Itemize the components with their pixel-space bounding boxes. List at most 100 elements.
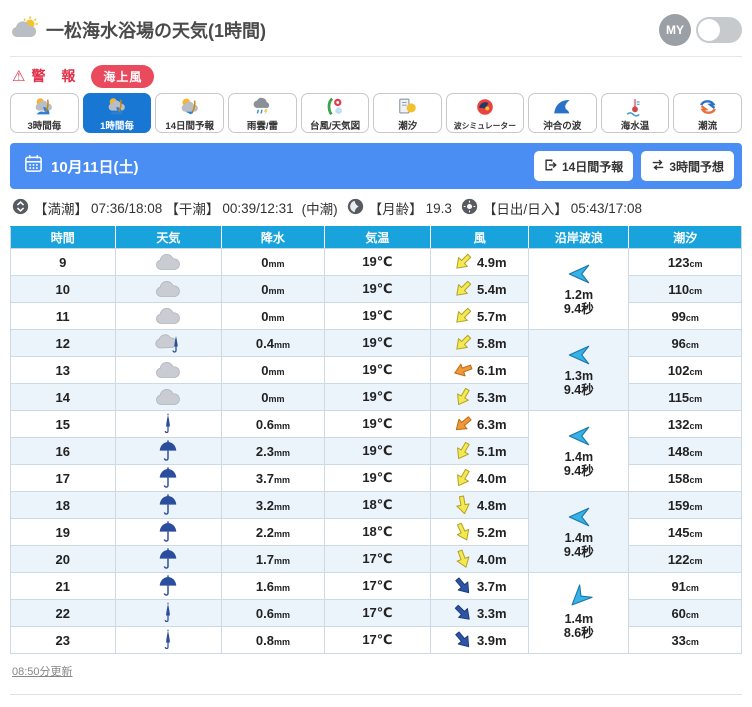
wind-direction-arrow-icon [456, 253, 472, 269]
button-14day-forecast[interactable]: 14日間予報 [533, 151, 634, 181]
tab-wave-simulator-6[interactable]: 波シミュレーター [446, 93, 524, 133]
tab-sun-cloud-wave-1[interactable]: 1時間毎 [82, 93, 152, 133]
hour-cell: 20 [10, 545, 116, 573]
wind-cell: 3.3m [430, 599, 530, 627]
sea-current-icon [699, 100, 716, 114]
hour-cell: 10 [10, 275, 116, 303]
tab-rain-cloud-3[interactable]: 雨雲/雷 [228, 93, 297, 133]
coastal-wave-cell: 1.3m 9.4秒 [528, 329, 630, 411]
column-header: 気温 [323, 226, 432, 249]
tide-calendar-icon [398, 98, 416, 114]
tide-level-cell: 33cm [628, 626, 742, 654]
title-weather-icon [10, 16, 40, 45]
tab-label: 14日間予報 [165, 121, 214, 132]
wave-direction-arrow-icon [568, 264, 590, 283]
wind-cell: 5.2m [430, 518, 530, 546]
updated-time-link[interactable]: 08:50分更新 [12, 663, 73, 679]
bottom-divider [10, 694, 742, 695]
my-toggle-switch[interactable] [696, 17, 742, 43]
temp-cell: 19℃ [323, 464, 432, 492]
tide-level-cell: 115cm [628, 383, 742, 411]
warning-icon: ⚠ [12, 68, 26, 85]
weather-cell [114, 464, 223, 492]
tab-offshore-wave-7[interactable]: 沖合の波 [527, 93, 597, 133]
current-date: 10月11日(土) [51, 158, 139, 176]
sea-wind-badge[interactable]: 海上風 [91, 64, 155, 88]
coastal-wave-cell: 1.4m 9.4秒 [528, 491, 630, 573]
wave-direction-arrow-icon [568, 426, 590, 445]
temp-cell: 17℃ [323, 599, 432, 627]
tide-level-cell: 132cm [628, 410, 742, 438]
cloud-icon [156, 361, 181, 378]
table-body: 9 0mm 19℃ 4.9m 1.2m 9.4秒 123cm 10 0mm 19℃ 5.4m 110c… [10, 248, 742, 654]
button-3hour-forecast[interactable]: 3時間予想 [641, 151, 734, 181]
forecast-row-14: 14 0mm 19℃ 5.3m 115cm [10, 383, 742, 411]
high-tide-times: 07:36/18:08 [91, 200, 163, 216]
tab-sun-cloud-2[interactable]: 14日間予報 [155, 93, 225, 133]
forecast-row-20: 20 1.7mm 17℃ 4.0m 122cm [10, 545, 742, 573]
header-divider [10, 56, 742, 57]
wind-direction-arrow-icon [457, 387, 470, 406]
cloud-icon [156, 253, 181, 270]
forecast-row-15: 15 0.6mm 19℃ 6.3m 1.4m 9.4秒 132cm [10, 410, 742, 492]
tab-typhoon-map-4[interactable]: 台風/天気図 [300, 93, 370, 133]
tide-level-cell: 123cm [628, 248, 742, 276]
hour-cell: 18 [10, 491, 116, 519]
export-icon [544, 158, 558, 175]
temp-cell: 18℃ [323, 491, 432, 519]
tide-level-cell: 145cm [628, 518, 742, 546]
precip-cell: 2.3mm [221, 437, 325, 465]
moon-age-label: 【月齢】 [368, 202, 423, 217]
tide-level-cell: 60cm [628, 599, 742, 627]
tab-sea-thermometer-8[interactable]: 海水温 [600, 93, 670, 133]
temp-cell: 19℃ [323, 410, 432, 438]
wind-cell: 3.9m [430, 626, 530, 654]
weather-cell [114, 599, 223, 627]
temp-cell: 19℃ [323, 329, 432, 357]
column-header: 風 [430, 226, 530, 249]
wave-period: 8.6秒 [563, 626, 594, 640]
tide-level-cell: 110cm [628, 275, 742, 303]
wave-period: 9.4秒 [563, 302, 594, 316]
tab-label: 海水温 [620, 121, 650, 132]
wind-direction-arrow-icon [455, 416, 472, 431]
column-header: 降水 [221, 226, 325, 249]
my-badge[interactable]: MY [659, 14, 691, 46]
warning-link[interactable]: ⚠ 警 報 [12, 66, 81, 86]
sun-cloud-wave-icon [35, 98, 53, 115]
tide-level-cell: 122cm [628, 545, 742, 573]
low-tide-times: 00:39/12:31 [222, 200, 294, 216]
umbrella-closed-icon [165, 602, 171, 622]
tab-tide-calendar-5[interactable]: 潮汐 [373, 93, 443, 133]
tab-label: 潮流 [698, 121, 718, 132]
wind-cell: 4.8m [430, 491, 530, 519]
umbrella-open-icon [160, 548, 177, 569]
cloud-icon [156, 280, 181, 297]
tab-sun-cloud-wave-0[interactable]: 3時間毎 [10, 93, 79, 133]
forecast-row-11: 11 0mm 19℃ 5.7m 99cm [10, 302, 742, 330]
forecast-row-19: 19 2.2mm 18℃ 5.2m 145cm [10, 518, 742, 546]
forecast-row-12: 12 0.4mm 19℃ 5.8m 1.3m 9.4秒 96cm [10, 329, 742, 411]
sun-cloud-icon [181, 98, 198, 115]
precip-cell: 0mm [221, 248, 325, 276]
hour-cell: 21 [10, 572, 116, 600]
typhoon-map-icon [327, 97, 343, 116]
hour-cell: 22 [10, 599, 116, 627]
tab-sea-current-9[interactable]: 潮流 [673, 93, 742, 133]
temp-cell: 18℃ [323, 518, 432, 546]
wind-direction-arrow-icon [457, 468, 470, 487]
wave-height: 1.4m [564, 449, 594, 464]
temp-cell: 17℃ [323, 572, 432, 600]
precip-cell: 3.7mm [221, 464, 325, 492]
tide-level-cell: 91cm [628, 572, 742, 600]
sun-cloud-wave-icon [108, 98, 125, 115]
weather-cell [114, 437, 223, 465]
date-bar: 10月11日(土) 14日間予報 3時間予想 [10, 143, 742, 189]
temp-cell: 19℃ [323, 356, 432, 384]
tab-label: 波シミュレーター [453, 121, 517, 131]
sunrise-sunset-icon [455, 198, 480, 218]
wave-height: 1.3m [564, 368, 594, 383]
column-header: 潮汐 [628, 226, 742, 249]
umbrella-closed-icon [165, 413, 171, 433]
wind-direction-arrow-icon [456, 549, 470, 568]
